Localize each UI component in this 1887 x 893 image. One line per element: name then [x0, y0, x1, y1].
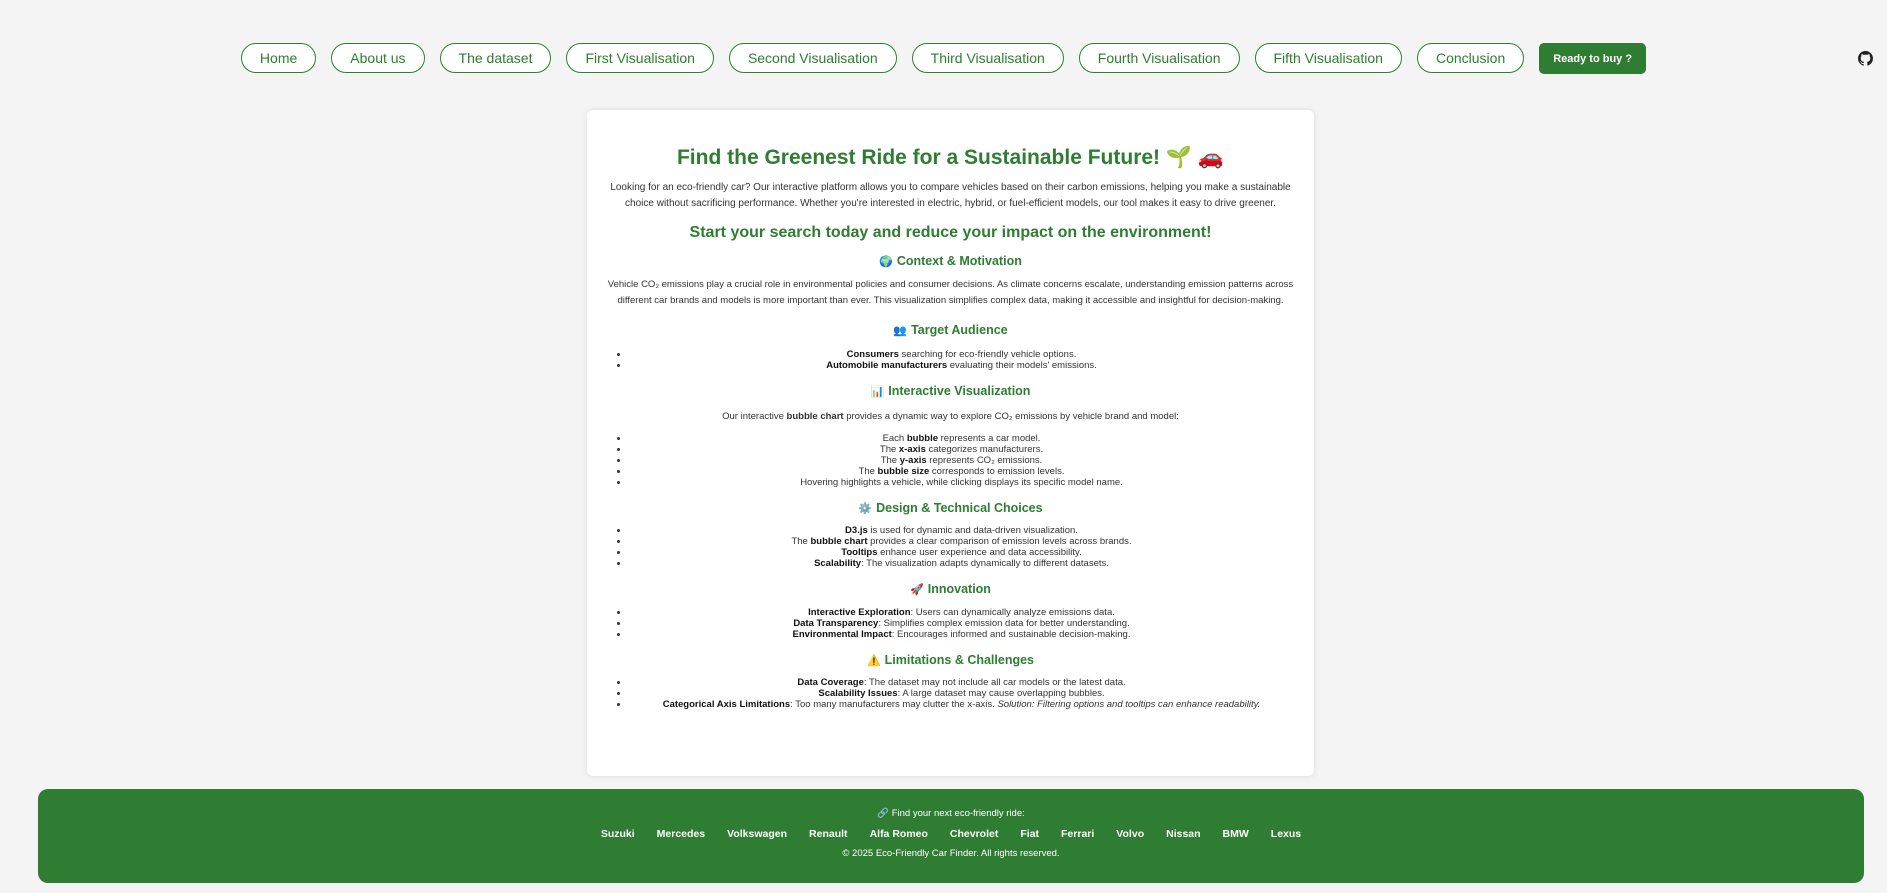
- limitations-heading: ⚠️ Limitations & Challenges: [607, 653, 1294, 667]
- list-item: The bubble size corresponds to emission …: [629, 466, 1294, 477]
- brand-link-volkswagen[interactable]: Volkswagen: [727, 828, 787, 840]
- ready-to-buy-button[interactable]: Ready to buy ?: [1539, 43, 1647, 74]
- audience-heading: 👥 Target Audience: [607, 323, 1294, 337]
- list-item: Categorical Axis Limitations: Too many m…: [629, 699, 1294, 710]
- warning-icon: ⚠️: [866, 654, 881, 667]
- list-item: The bubble chart provides a clear compar…: [629, 536, 1294, 547]
- list-item: The x-axis categorizes manufacturers.: [629, 444, 1294, 455]
- brand-links: Suzuki Mercedes Volkswagen Renault Alfa …: [38, 828, 1864, 840]
- call-to-action-heading: Start your search today and reduce your …: [689, 224, 1212, 241]
- nav-conclusion-button[interactable]: Conclusion: [1416, 43, 1525, 73]
- innovation-heading: 🚀 Innovation: [607, 582, 1294, 596]
- footer-title: 🔗 Find your next eco-friendly ride:: [877, 808, 1025, 819]
- github-icon[interactable]: [1858, 51, 1873, 66]
- nav-first-vis-button[interactable]: First Visualisation: [566, 43, 714, 73]
- copyright-text: © 2025 Eco-Friendly Car Finder. All righ…: [842, 848, 1060, 859]
- list-item: Tooltips enhance user experience and dat…: [629, 547, 1294, 558]
- brand-link-bmw[interactable]: BMW: [1223, 828, 1249, 840]
- brand-link-ferrari[interactable]: Ferrari: [1061, 828, 1094, 840]
- design-list: D3.js is used for dynamic and data-drive…: [607, 525, 1294, 569]
- rocket-icon: 🚀: [910, 583, 924, 596]
- interactive-heading: 📊 Interactive Visualization: [607, 384, 1294, 398]
- brand-link-volvo[interactable]: Volvo: [1116, 828, 1144, 840]
- context-heading: 🌍 Context & Motivation: [607, 254, 1294, 268]
- globe-icon: 🌍: [879, 255, 893, 268]
- brand-link-mercedes[interactable]: Mercedes: [657, 828, 705, 840]
- gear-icon: ⚙️: [858, 502, 873, 515]
- interactive-heading-label: Interactive Visualization: [888, 384, 1031, 398]
- intro-paragraph: Looking for an eco-friendly car? Our int…: [610, 182, 1291, 209]
- limitations-heading-label: Limitations & Challenges: [884, 653, 1035, 667]
- design-heading: ⚙️ Design & Technical Choices: [607, 501, 1294, 515]
- page-title: Find the Greenest Ride for a Sustainable…: [676, 146, 1225, 169]
- brand-link-suzuki[interactable]: Suzuki: [601, 828, 635, 840]
- context-paragraph: Vehicle CO₂ emissions play a crucial rol…: [607, 279, 1294, 306]
- list-item: Automobile manufacturers evaluating thei…: [629, 360, 1294, 371]
- list-item: Hovering highlights a vehicle, while cli…: [629, 477, 1294, 488]
- list-item: Scalability: The visualization adapts dy…: [629, 558, 1294, 569]
- nav-home-button[interactable]: Home: [240, 43, 317, 73]
- list-item: Environmental Impact: Encourages informe…: [629, 629, 1294, 640]
- brand-link-lexus[interactable]: Lexus: [1271, 828, 1301, 840]
- list-item: Each bubble represents a car model.: [629, 433, 1294, 444]
- nav-fifth-vis-button[interactable]: Fifth Visualisation: [1254, 43, 1402, 73]
- list-item: D3.js is used for dynamic and data-drive…: [629, 525, 1294, 536]
- context-heading-label: Context & Motivation: [896, 254, 1022, 268]
- design-heading-label: Design & Technical Choices: [876, 501, 1043, 515]
- innovation-list: Interactive Exploration: Users can dynam…: [607, 607, 1294, 640]
- brand-link-renault[interactable]: Renault: [809, 828, 848, 840]
- interactive-list: Each bubble represents a car model. The …: [607, 433, 1294, 488]
- list-item: The y-axis represents CO₂ emissions.: [629, 455, 1294, 466]
- list-item: Data Transparency: Simplifies complex em…: [629, 618, 1294, 629]
- content-card: Find the Greenest Ride for a Sustainable…: [587, 110, 1314, 776]
- nav-fourth-vis-button[interactable]: Fourth Visualisation: [1078, 43, 1240, 73]
- audience-heading-label: Target Audience: [911, 323, 1008, 337]
- nav-dataset-button[interactable]: The dataset: [439, 43, 552, 73]
- list-item: Scalability Issues: A large dataset may …: [629, 688, 1294, 699]
- footer: 🔗 Find your next eco-friendly ride: Suzu…: [38, 789, 1864, 883]
- brand-link-fiat[interactable]: Fiat: [1020, 828, 1039, 840]
- list-item: Data Coverage: The dataset may not inclu…: [629, 677, 1294, 688]
- nav-about-button[interactable]: About us: [331, 43, 425, 73]
- limitations-list: Data Coverage: The dataset may not inclu…: [607, 677, 1294, 710]
- interactive-paragraph: Our interactive bubble chart provides a …: [722, 411, 1179, 422]
- nav-second-vis-button[interactable]: Second Visualisation: [728, 43, 897, 73]
- innovation-heading-label: Innovation: [927, 582, 991, 596]
- brand-link-alfa-romeo[interactable]: Alfa Romeo: [870, 828, 928, 840]
- list-item: Consumers searching for eco-friendly veh…: [629, 349, 1294, 360]
- nav-third-vis-button[interactable]: Third Visualisation: [911, 43, 1064, 73]
- brand-link-chevrolet[interactable]: Chevrolet: [950, 828, 998, 840]
- list-item: Interactive Exploration: Users can dynam…: [629, 607, 1294, 618]
- top-nav: Home About us The dataset First Visualis…: [0, 43, 1887, 74]
- bar-chart-icon: 📊: [870, 385, 885, 398]
- brand-link-nissan[interactable]: Nissan: [1166, 828, 1200, 840]
- audience-list: Consumers searching for eco-friendly veh…: [607, 349, 1294, 371]
- people-icon: 👥: [893, 324, 908, 337]
